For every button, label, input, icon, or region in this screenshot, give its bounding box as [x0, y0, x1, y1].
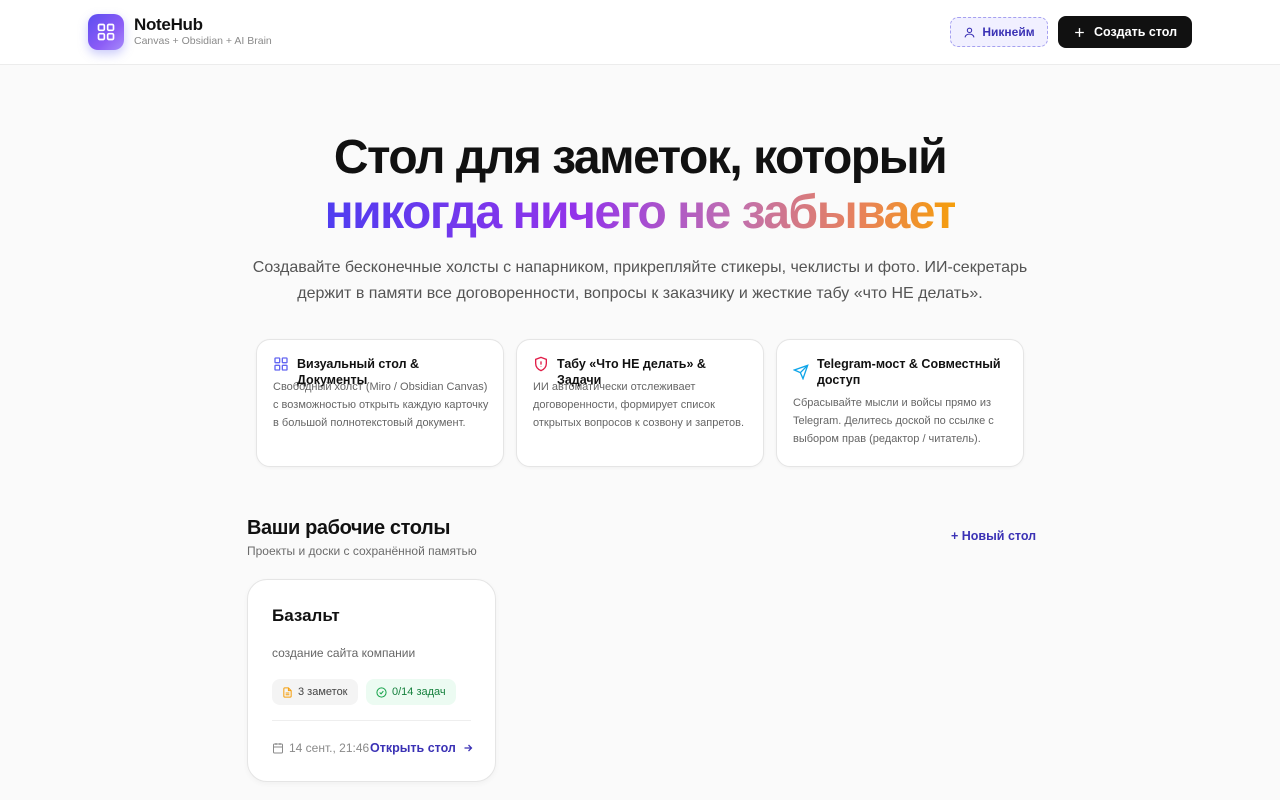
- feature-description: ИИ автоматически отслеживает договоренно…: [533, 381, 745, 429]
- document-icon: [283, 686, 292, 698]
- create-board-button[interactable]: Создать стол: [1058, 16, 1192, 48]
- feature-card-telegram: Telegram-мост & Совместный доступ Сбрасы…: [776, 339, 1024, 467]
- board-date-text: 14 сент., 21:46: [289, 741, 370, 755]
- hero-title-gradient: никогда ничего не забывает: [324, 186, 957, 239]
- board-card[interactable]: Базальт создание сайта компании 3 замето…: [247, 579, 496, 782]
- open-board-label: Открыть стол: [370, 741, 456, 755]
- open-board-link[interactable]: Открыть стол: [370, 741, 474, 755]
- create-board-label: Создать стол: [1093, 25, 1178, 39]
- grid-icon: [274, 357, 288, 371]
- notes-count-badge: 3 заметок: [272, 679, 358, 705]
- nickname-label: Никнейм: [982, 25, 1035, 39]
- feature-description: Свободный холст (Miro / Obsidian Canvas)…: [273, 381, 489, 429]
- feature-description: Сбрасывайте мысли и войсы прямо из Teleg…: [793, 397, 994, 445]
- boards-section-title: Ваши рабочие столы: [247, 517, 451, 539]
- calendar-icon: [273, 743, 283, 754]
- arrow-right-icon: [464, 744, 473, 752]
- plus-icon: [1075, 27, 1084, 37]
- feature-title: Telegram-мост & Совместный доступ: [817, 357, 1001, 387]
- brand-name: NoteHub: [134, 15, 203, 34]
- grid-logo-icon: [97, 23, 115, 41]
- notes-count: 3 заметок: [298, 686, 348, 698]
- feature-card-taboo: Табу «Что НЕ делать» & Задачи ИИ автомат…: [516, 339, 764, 467]
- nickname-button[interactable]: Никнейм: [950, 17, 1048, 47]
- board-description: создание сайта компании: [272, 646, 416, 660]
- user-icon: [965, 27, 975, 37]
- top-bar: NoteHub Canvas + Obsidian + AI Brain Ник…: [0, 0, 1280, 65]
- hero-title-line1: Стол для заметок, который: [333, 131, 948, 184]
- brand-tagline: Canvas + Obsidian + AI Brain: [134, 35, 272, 47]
- tasks-count: 0/14 задач: [392, 686, 446, 698]
- new-board-link[interactable]: + Новый стол: [951, 529, 1036, 543]
- check-circle-icon: [376, 686, 387, 698]
- hero-title-line2: никогда ничего не забывает: [0, 185, 1280, 240]
- feature-card-canvas: Визуальный стол & Документы Свободный хо…: [256, 339, 504, 467]
- shield-alert-icon: [535, 356, 547, 372]
- tasks-count-badge: 0/14 задач: [366, 679, 456, 705]
- logo[interactable]: [88, 14, 124, 50]
- send-icon: [793, 364, 809, 380]
- hero-subtitle: Создавайте бесконечные холсты с напарник…: [252, 259, 1028, 302]
- card-divider: [272, 720, 471, 721]
- board-date: 14 сент., 21:46: [272, 741, 369, 755]
- boards-section-subtitle: Проекты и доски с сохранённой памятью: [247, 544, 477, 558]
- board-name: Базальт: [272, 606, 340, 625]
